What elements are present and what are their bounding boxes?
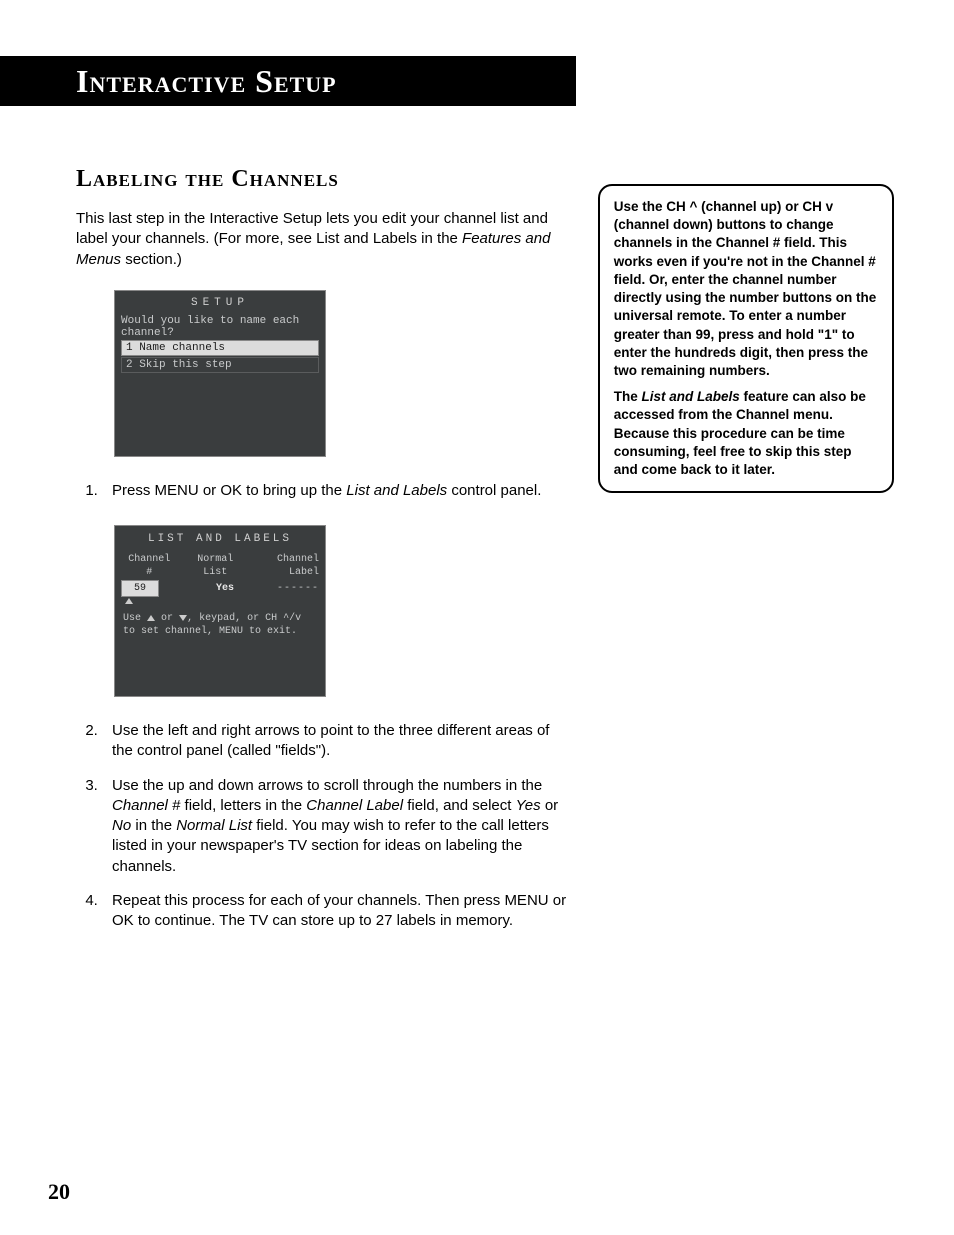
setup-osd-title: SETUP bbox=[115, 291, 325, 313]
steps-list: Press MENU or OK to bring up the List an… bbox=[76, 481, 570, 932]
sp2a: The bbox=[614, 389, 642, 404]
col-channel-label-h2: Label bbox=[253, 566, 319, 580]
s3a: Use the up and down arrows to scroll thr… bbox=[112, 777, 542, 794]
step-3: Use the up and down arrows to scroll thr… bbox=[102, 776, 570, 877]
sidebar-note: Use the CH ^ (channel up) or CH v (chann… bbox=[598, 184, 894, 493]
page-number: 20 bbox=[48, 1179, 70, 1205]
section-heading: Labeling the Channels bbox=[76, 166, 570, 193]
setup-osd: SETUP Would you like to name each channe… bbox=[114, 290, 326, 457]
intro-paragraph: This last step in the Interactive Setup … bbox=[76, 209, 570, 270]
step-1c: control panel. bbox=[447, 482, 541, 499]
setup-option-skip[interactable]: 2 Skip this step bbox=[121, 357, 319, 373]
list-labels-title: LIST AND LABELS bbox=[115, 526, 325, 551]
step-1: Press MENU or OK to bring up the List an… bbox=[102, 481, 570, 697]
s3j: Normal List bbox=[176, 817, 252, 834]
help-line2: to set channel, MENU to exit. bbox=[123, 626, 297, 637]
col-channel-num-h1: Channel bbox=[121, 553, 178, 567]
sidebar-p2: The List and Labels feature can also be … bbox=[614, 388, 878, 479]
help-rest: , keypad, or CH ^/v bbox=[187, 613, 301, 624]
osd-help-text: Use or , keypad, or CH ^/v to set channe… bbox=[115, 608, 325, 640]
intro-text-c: section.) bbox=[121, 251, 182, 268]
setup-osd-prompt: Would you like to name each channel? bbox=[121, 315, 319, 339]
col-channel-label-h1: Channel bbox=[253, 553, 319, 567]
normal-list-field[interactable]: Yes bbox=[185, 582, 265, 596]
s3e: field, and select bbox=[403, 797, 516, 814]
help-use: Use bbox=[123, 613, 141, 624]
s3i: in the bbox=[131, 817, 176, 834]
col-normal-list-h1: Normal bbox=[178, 553, 253, 567]
step-2: Use the left and right arrows to point t… bbox=[102, 721, 570, 762]
list-labels-osd: LIST AND LABELS Channel Normal Channel #… bbox=[114, 525, 326, 697]
s3f: Yes bbox=[516, 797, 541, 814]
help-up-icon bbox=[147, 615, 155, 621]
step-4: Repeat this process for each of your cha… bbox=[102, 891, 570, 932]
s3g: or bbox=[541, 797, 559, 814]
s3c: field, letters in the bbox=[180, 797, 306, 814]
step-1b: List and Labels bbox=[346, 482, 447, 499]
sidebar-p1: Use the CH ^ (channel up) or CH v (chann… bbox=[614, 198, 878, 380]
setup-option-name-channels[interactable]: 1 Name channels bbox=[121, 340, 319, 356]
help-or: or bbox=[161, 613, 173, 624]
up-arrow-icon bbox=[125, 598, 133, 604]
page-banner: Interactive Setup bbox=[0, 56, 576, 106]
col-normal-list-h2: List bbox=[178, 566, 253, 580]
col-channel-num-h2: # bbox=[121, 566, 178, 580]
channel-label-field[interactable]: ------ bbox=[265, 582, 319, 596]
s3h: No bbox=[112, 817, 131, 834]
s3d: Channel Label bbox=[306, 797, 403, 814]
s3b: Channel # bbox=[112, 797, 180, 814]
channel-number-field[interactable]: 59 bbox=[121, 580, 159, 598]
help-down-icon bbox=[179, 615, 187, 621]
sp2b: List and Labels bbox=[642, 389, 740, 404]
step-1a: Press MENU or OK to bring up the bbox=[112, 482, 346, 499]
